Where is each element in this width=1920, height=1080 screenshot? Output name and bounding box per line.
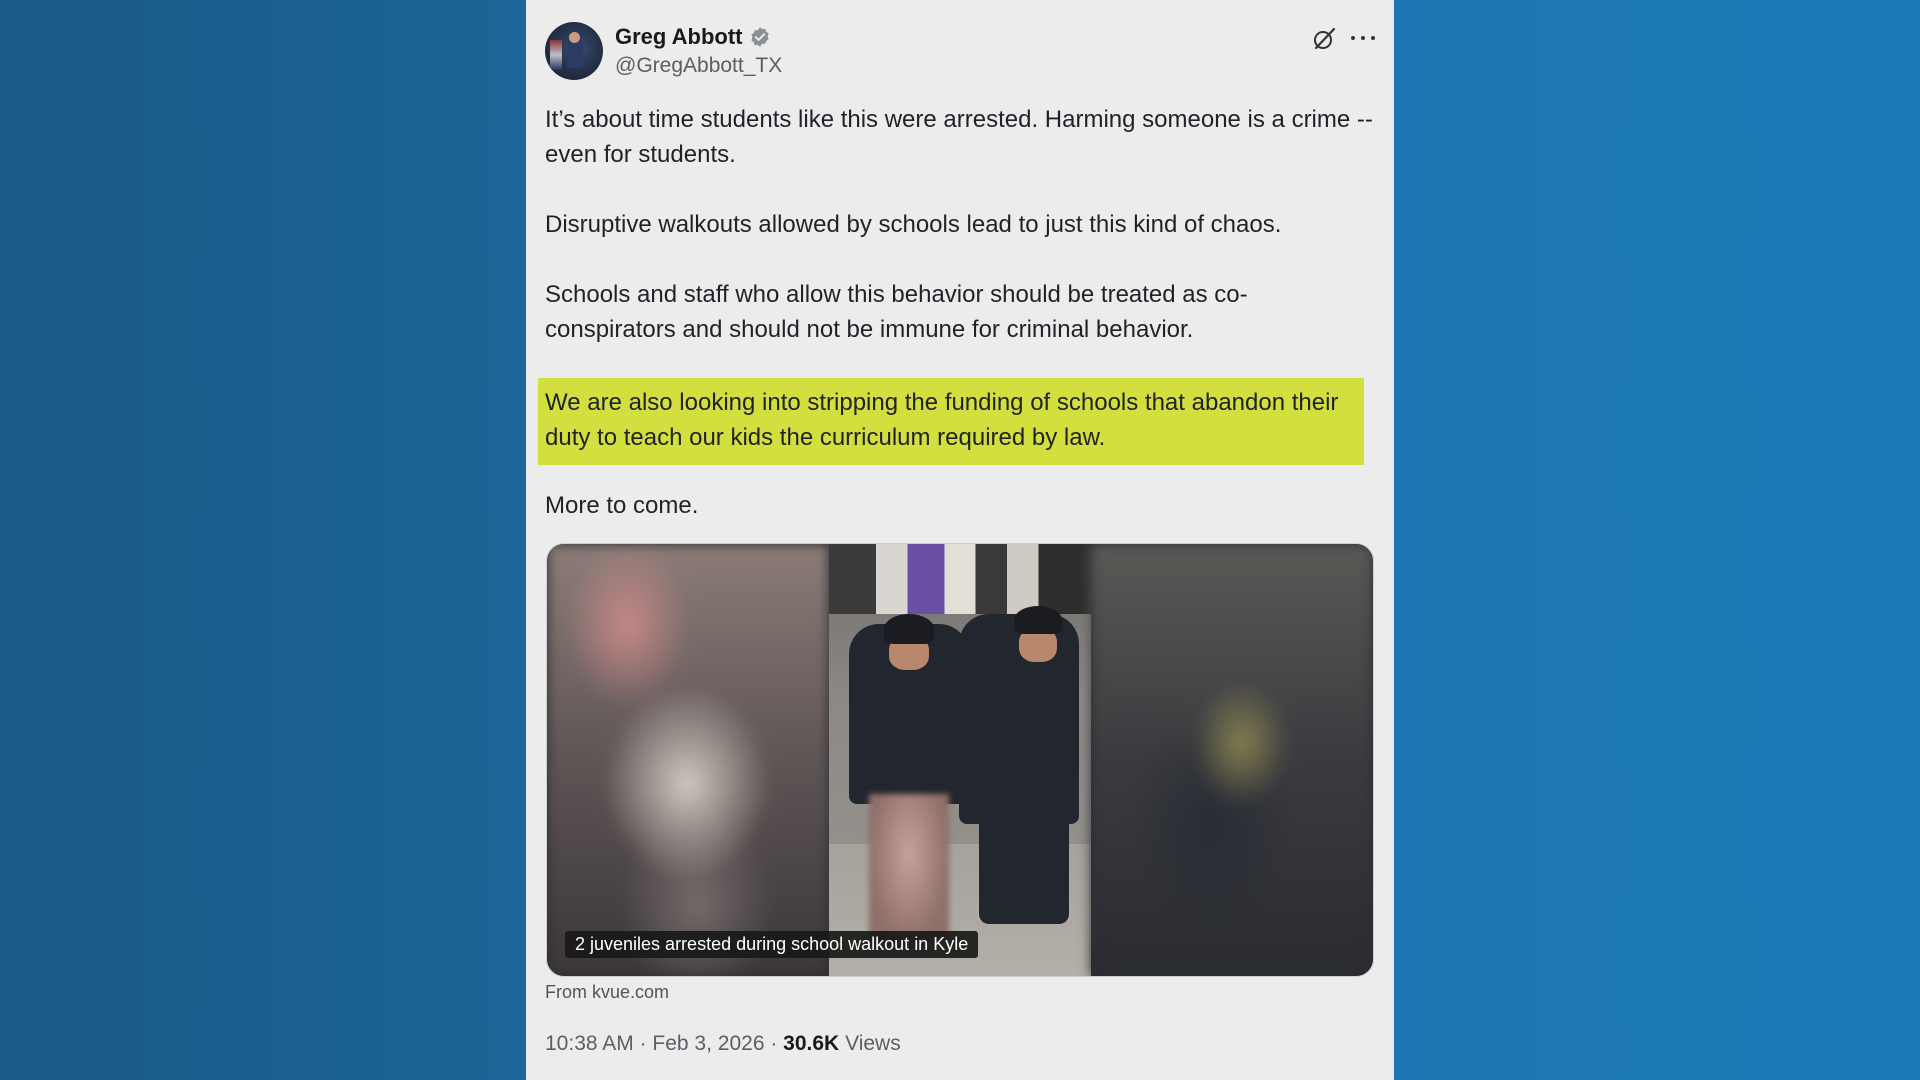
views-label: Views: [845, 1032, 901, 1055]
grok-icon[interactable]: [1311, 26, 1337, 52]
avatar[interactable]: [545, 22, 603, 80]
crowd: [829, 544, 1091, 614]
post-date[interactable]: Feb 3, 2026: [652, 1032, 764, 1055]
blurred-right-panel: [1091, 544, 1373, 976]
blurred-left-panel: [547, 544, 829, 976]
meta-separator: ·: [633, 1032, 653, 1055]
officer-legs: [979, 814, 1069, 924]
avatar-head: [569, 32, 580, 43]
video-thumbnail[interactable]: 2 juveniles arrested during school walko…: [546, 543, 1374, 977]
post-card: Greg Abbott @GregAbbott_TX It’s about ti…: [526, 0, 1394, 1080]
post-paragraph: Schools and staff who allow this behavio…: [545, 281, 1248, 343]
post-paragraph: More to come.: [545, 492, 699, 519]
post-header: Greg Abbott @GregAbbott_TX: [545, 22, 1375, 84]
name-row: Greg Abbott: [615, 24, 771, 50]
blurred-juvenile: [869, 794, 949, 944]
post-paragraph: Disruptive walkouts allowed by schools l…: [545, 211, 1282, 238]
arrest-photo: [829, 544, 1091, 976]
post-time[interactable]: 10:38 AM: [545, 1032, 634, 1055]
post-paragraph: It’s about time students like this were …: [545, 106, 1373, 168]
meta-separator: ·: [764, 1032, 784, 1055]
officer-cap: [1014, 606, 1062, 634]
post-meta: 10:38 AM · Feb 3, 2026 · 30.6K Views: [545, 1032, 901, 1056]
highlighted-paragraph: We are also looking into stripping the f…: [538, 378, 1364, 465]
verified-badge-icon: [749, 26, 771, 48]
link-source[interactable]: From kvue.com: [545, 982, 669, 1003]
views-count: 30.6K: [783, 1032, 840, 1055]
media-caption: 2 juveniles arrested during school walko…: [565, 931, 979, 958]
avatar-flag: [550, 40, 562, 70]
author-display-name[interactable]: Greg Abbott: [615, 24, 743, 50]
more-options-icon[interactable]: [1351, 26, 1375, 50]
officer-cap: [884, 614, 934, 644]
author-handle[interactable]: @GregAbbott_TX: [615, 54, 782, 78]
